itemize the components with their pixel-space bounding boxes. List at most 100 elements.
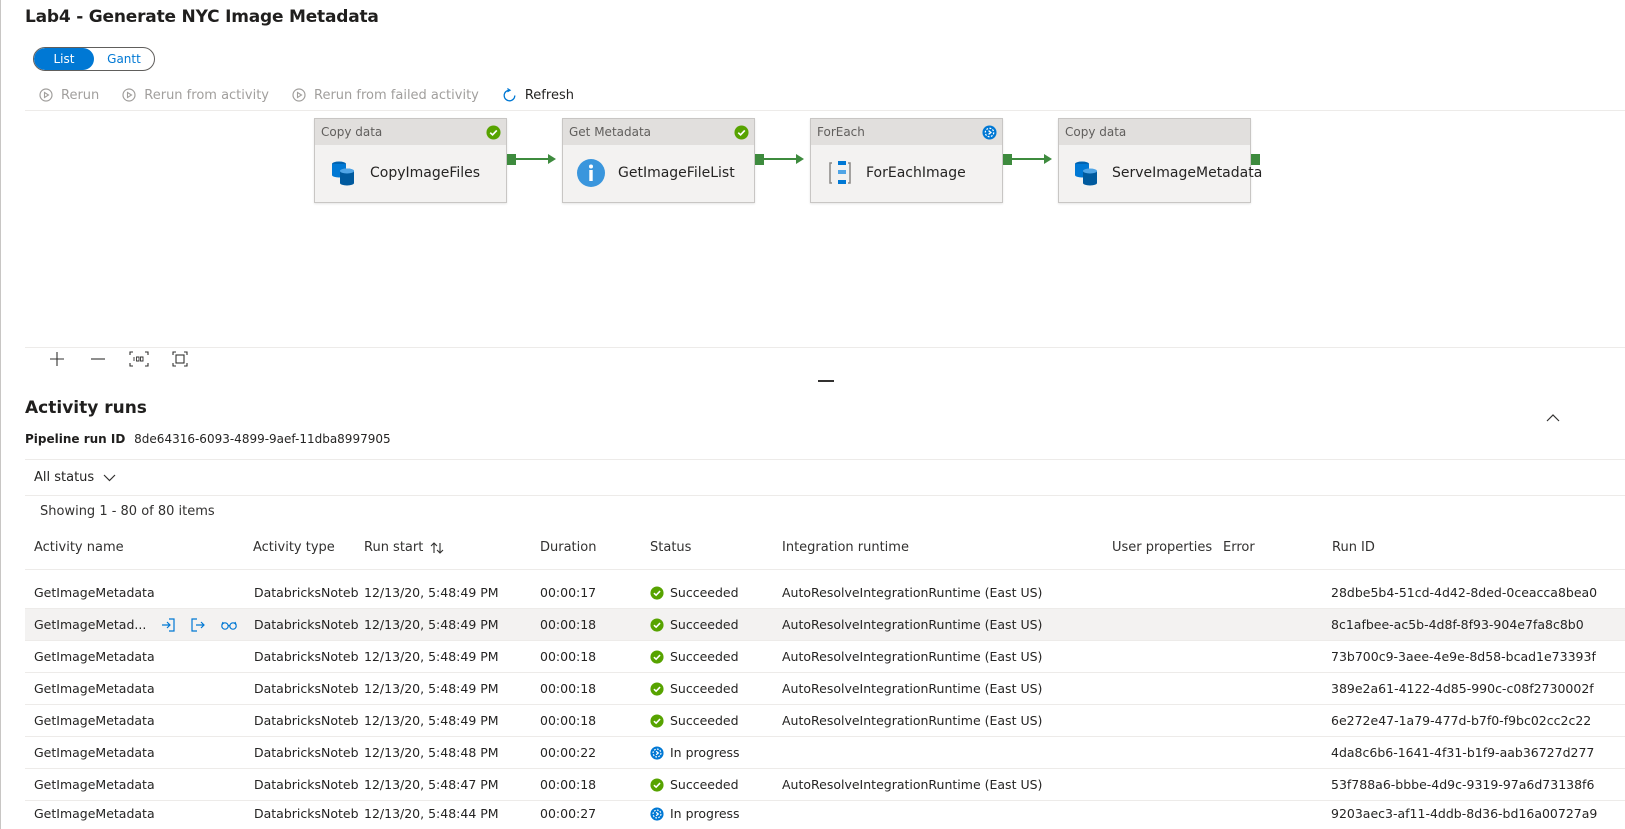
- rerun-button[interactable]: Rerun: [38, 87, 99, 103]
- fit-to-screen-button[interactable]: [166, 348, 194, 370]
- activity-name-link[interactable]: GetImageMetadata: [34, 577, 155, 608]
- activity-name-link[interactable]: GetImageMetad...: [34, 617, 146, 632]
- table-row[interactable]: GetImageMetadata DatabricksNotebook 12/1…: [25, 737, 1625, 769]
- row-actions: [160, 617, 252, 633]
- copy-data-icon: [327, 157, 359, 189]
- succeeded-icon: [486, 124, 501, 140]
- column-header-duration[interactable]: Duration: [540, 540, 596, 555]
- status-text: Succeeded: [670, 649, 739, 664]
- activity-node-copy-image-files[interactable]: Copy data CopyImageFiles: [314, 118, 507, 203]
- table-row[interactable]: GetImageMetadata DatabricksNotebook 12/1…: [25, 673, 1625, 705]
- run-start: 12/13/20, 5:48:49 PM: [364, 649, 499, 664]
- activity-node-for-each-image[interactable]: ForEach ForEachImage: [810, 118, 1003, 203]
- activity-node-serve-image-metadata[interactable]: Copy data ServeImageMetadata: [1058, 118, 1262, 203]
- input-button[interactable]: [160, 617, 176, 633]
- status-text: Succeeded: [670, 617, 739, 632]
- run-id: 6e272e47-1a79-477d-b7f0-f9bc02cc2c22: [1331, 713, 1592, 728]
- table-row[interactable]: GetImageMetadata DatabricksNotebook 12/1…: [25, 769, 1625, 801]
- duration: 00:00:22: [540, 745, 597, 760]
- column-header-integration-runtime[interactable]: Integration runtime: [782, 540, 909, 555]
- table-row[interactable]: GetImageMetadata DatabricksNotebook 12/1…: [25, 641, 1625, 673]
- run-id: 28dbe5b4-51cd-4d42-8ded-0ceacca8bea0: [1331, 585, 1598, 600]
- chevron-down-icon: [103, 474, 116, 481]
- view-toggle[interactable]: List Gantt: [33, 47, 155, 71]
- activity-name-link[interactable]: GetImageMetadata: [34, 769, 155, 800]
- list-view-option[interactable]: List: [34, 48, 94, 70]
- pane-splitter-handle[interactable]: [818, 380, 834, 382]
- pipeline-run-id: Pipeline run ID 8de64316-6093-4899-9aef-…: [25, 432, 391, 446]
- integration-runtime: AutoResolveIntegrationRuntime (East US): [782, 617, 1043, 632]
- zoom-in-button[interactable]: [43, 348, 71, 370]
- duration: 00:00:17: [540, 585, 597, 600]
- duration: 00:00:18: [540, 777, 597, 792]
- activity-name-link[interactable]: GetImageMetadata: [34, 798, 155, 829]
- integration-runtime: AutoResolveIntegrationRuntime (East US): [782, 585, 1043, 600]
- table-row[interactable]: GetImageMetadata DatabricksNotebook 12/1…: [25, 705, 1625, 737]
- output-port[interactable]: [507, 154, 516, 165]
- status: Succeeded: [650, 641, 739, 672]
- in-progress-icon: [982, 124, 997, 140]
- column-header-run-id[interactable]: Run ID: [1332, 540, 1375, 555]
- activity-name-cell: GetImageMetad...: [34, 609, 252, 640]
- activity-name-link[interactable]: GetImageMetadata: [34, 641, 155, 672]
- table-row[interactable]: GetImageMetad... DatabricksNotebook 12/1…: [25, 609, 1625, 641]
- sort-icon: [430, 541, 444, 554]
- succeeded-icon: [650, 777, 664, 792]
- refresh-button[interactable]: Refresh: [501, 87, 574, 104]
- activity-name-link[interactable]: GetImageMetadata: [34, 705, 155, 736]
- activity-type: DatabricksNotebook: [254, 617, 358, 632]
- run-start-label: Run start: [364, 540, 424, 555]
- output-port[interactable]: [1251, 154, 1260, 165]
- output-icon: [191, 617, 206, 632]
- status: In progress: [650, 798, 740, 829]
- zoom-100-button[interactable]: [125, 348, 153, 370]
- refresh-label: Refresh: [524, 87, 574, 103]
- duration: 00:00:18: [540, 649, 597, 664]
- zoom-out-button[interactable]: [84, 348, 112, 370]
- status: Succeeded: [650, 673, 739, 704]
- output-port[interactable]: [755, 154, 764, 165]
- run-start: 12/13/20, 5:48:49 PM: [364, 713, 499, 728]
- output-port[interactable]: [1003, 154, 1012, 165]
- column-header-user-properties[interactable]: User properties: [1112, 540, 1212, 555]
- details-button[interactable]: [220, 617, 238, 633]
- plus-icon: [50, 352, 64, 366]
- activity-type: DatabricksNotebook: [254, 649, 358, 664]
- rerun-from-activity-button[interactable]: Rerun from activity: [121, 87, 269, 103]
- run-id: 9203aec3-af11-4ddb-8d36-bd16a00727a9: [1331, 806, 1598, 821]
- column-header-run-start[interactable]: Run start: [364, 540, 444, 555]
- gantt-view-option[interactable]: Gantt: [94, 48, 154, 70]
- run-id: 53f788a6-bbbe-4d9c-9319-97a6d73138f6: [1331, 777, 1595, 792]
- activity-type: DatabricksNotebook: [254, 806, 358, 821]
- output-button[interactable]: [190, 617, 206, 633]
- succeeded-icon: [734, 124, 749, 140]
- column-header-activity-type[interactable]: Activity type: [253, 540, 335, 555]
- activity-type: DatabricksNotebook: [254, 713, 358, 728]
- table-row[interactable]: GetImageMetadata DatabricksNotebook 12/1…: [25, 798, 1625, 829]
- run-start: 12/13/20, 5:48:49 PM: [364, 585, 499, 600]
- duration: 00:00:18: [540, 617, 597, 632]
- table-row[interactable]: GetImageMetadata DatabricksNotebook 12/1…: [25, 577, 1625, 609]
- activity-node-get-image-file-list[interactable]: Get Metadata GetImageFileList: [562, 118, 755, 203]
- status-text: In progress: [670, 745, 740, 760]
- activity-name-link[interactable]: GetImageMetadata: [34, 673, 155, 704]
- node-name: ServeImageMetadata: [1112, 165, 1263, 181]
- status: Succeeded: [650, 609, 739, 640]
- status-text: Succeeded: [670, 713, 739, 728]
- activity-name-link[interactable]: GetImageMetadata: [34, 737, 155, 768]
- column-header-status[interactable]: Status: [650, 540, 691, 555]
- column-header-error[interactable]: Error: [1223, 540, 1255, 555]
- succeeded-icon: [650, 713, 664, 728]
- rerun-from-failed-button[interactable]: Rerun from failed activity: [291, 87, 479, 103]
- node-name: GetImageFileList: [618, 165, 735, 181]
- activity-runs-title: Activity runs: [25, 398, 147, 418]
- column-header-activity-name[interactable]: Activity name: [34, 540, 124, 555]
- foreach-icon: [823, 157, 855, 189]
- divider: [25, 459, 1625, 460]
- integration-runtime: AutoResolveIntegrationRuntime (East US): [782, 681, 1043, 696]
- connector-line: [516, 158, 550, 160]
- status-filter-dropdown[interactable]: All status: [34, 470, 116, 485]
- collapse-button[interactable]: [1546, 412, 1560, 427]
- activity-type: DatabricksNotebook: [254, 745, 358, 760]
- pipeline-run-id-label: Pipeline run ID: [25, 432, 126, 446]
